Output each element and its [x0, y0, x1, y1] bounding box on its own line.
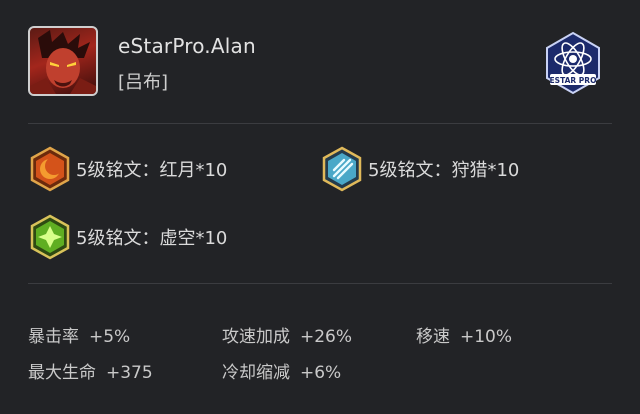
- stat-max-hp: 最大生命 +375: [28, 358, 153, 383]
- stat-attack-speed: 攻速加成 +26%: [222, 322, 352, 347]
- stat-value: +375: [106, 363, 153, 383]
- hero-portrait-icon: [30, 30, 96, 94]
- stat-value: +6%: [300, 363, 342, 383]
- rune-void[interactable]: 5级铭文：虚空*10: [28, 214, 227, 260]
- estar-pro-logo: ESTAR PRO: [546, 31, 600, 95]
- stat-name: 暴击率: [28, 327, 79, 347]
- divider-top: [28, 123, 612, 124]
- stat-move-speed: 移速 +10%: [416, 322, 512, 347]
- void-rune-icon: [30, 214, 70, 260]
- red-moon-rune-icon: [30, 146, 70, 192]
- rune-card: eStarPro.Alan [吕布] ESTAR PRO 5级铭文：红月*10 …: [0, 0, 640, 414]
- rune-label: 5级铭文：虚空*10: [76, 228, 228, 249]
- stat-crit-rate: 暴击率 +5%: [28, 322, 130, 347]
- rune-label: 5级铭文：狩猎*10: [368, 160, 520, 181]
- stat-value: +10%: [460, 327, 513, 347]
- stat-name: 冷却缩减: [222, 363, 290, 383]
- stat-name: 最大生命: [28, 363, 96, 383]
- stat-value: +5%: [89, 327, 131, 347]
- team-logo-text: ESTAR PRO: [550, 76, 597, 85]
- rune-hunt[interactable]: 5级铭文：狩猎*10: [320, 146, 519, 192]
- stat-cooldown-reduction: 冷却缩减 +6%: [222, 358, 341, 383]
- player-name: eStarPro.Alan: [118, 34, 256, 58]
- hunt-rune-icon: [322, 146, 362, 192]
- divider-bottom: [28, 283, 612, 284]
- hero-avatar[interactable]: [28, 26, 98, 96]
- hero-name: [吕布]: [118, 72, 169, 93]
- stat-name: 移速: [416, 327, 450, 347]
- rune-label: 5级铭文：红月*10: [76, 160, 228, 181]
- rune-red-moon[interactable]: 5级铭文：红月*10: [28, 146, 227, 192]
- stat-name: 攻速加成: [222, 327, 290, 347]
- stat-value: +26%: [300, 327, 353, 347]
